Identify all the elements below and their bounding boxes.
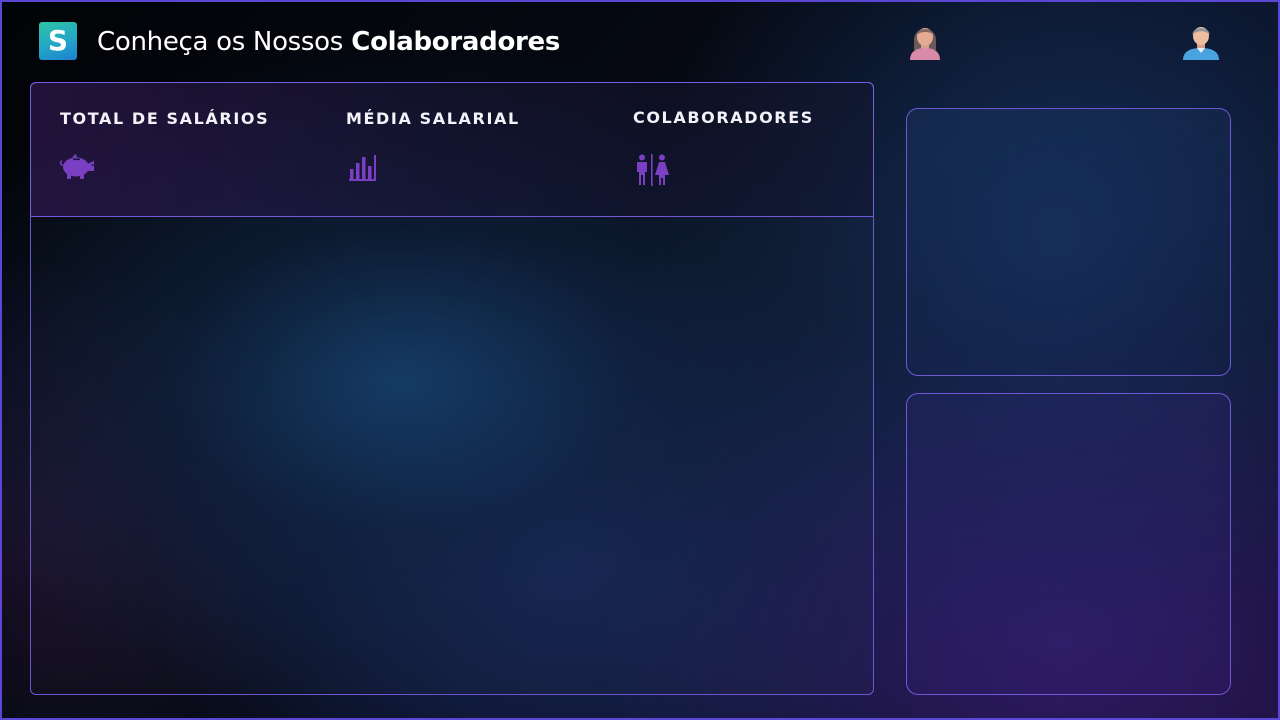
page-title-prefix: Conheça os Nossos [97, 27, 344, 57]
kpi-colaboradores: COLABORADORES [633, 108, 814, 186]
dashboard-canvas: S Conheça os Nossos Colaboradores TOTAL … [0, 0, 1280, 720]
side-chart-panel-top [906, 108, 1231, 376]
bar-chart-icon [346, 153, 378, 187]
page-title: Conheça os Nossos Colaboradores [97, 24, 560, 60]
side-chart-panel-bottom [906, 393, 1231, 695]
piggy-bank-icon [59, 153, 96, 185]
female-user-avatar[interactable] [905, 20, 945, 60]
female-avatar-icon [910, 28, 940, 60]
male-user-avatar[interactable] [1181, 20, 1221, 60]
page-title-emphasis: Colaboradores [351, 27, 561, 57]
kpi-label: COLABORADORES [633, 108, 814, 127]
kpi-media-salarial: MÉDIA SALARIAL [346, 109, 520, 181]
kpi-label: MÉDIA SALARIAL [346, 109, 520, 128]
male-female-icon [633, 154, 671, 190]
logo-letter: S [47, 24, 69, 57]
app-logo: S [39, 22, 77, 60]
kpi-label: TOTAL DE SALÁRIOS [60, 109, 270, 128]
kpi-total-salarios: TOTAL DE SALÁRIOS [59, 109, 270, 179]
male-avatar-icon [1183, 27, 1219, 60]
kpi-bar: TOTAL DE SALÁRIOS MÉDIA SALARIAL COLABOR… [30, 82, 874, 217]
